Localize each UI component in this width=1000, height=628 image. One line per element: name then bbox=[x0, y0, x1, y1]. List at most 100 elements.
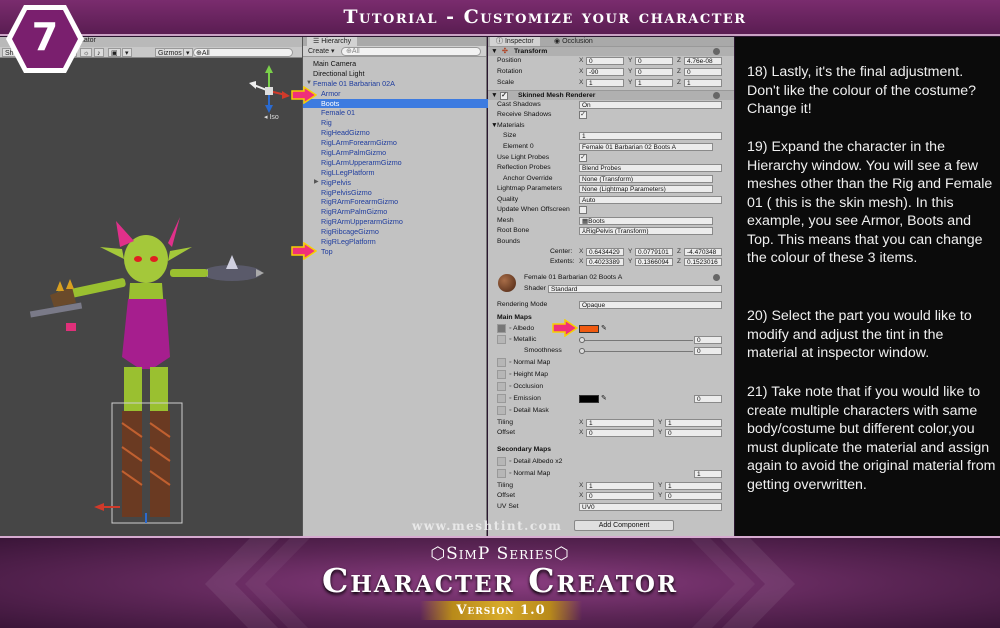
gear-icon[interactable] bbox=[713, 92, 720, 99]
scene-search-input[interactable]: ⊕All bbox=[193, 48, 293, 57]
anchor-override-field[interactable]: None (Transform) bbox=[579, 175, 713, 183]
materials-size-field[interactable]: 1 bbox=[579, 132, 722, 140]
hierarchy-item-rig-larm-upperarm-gizmo[interactable]: RigLArmUpperarmGizmo bbox=[303, 158, 488, 168]
gizmos-dropdown[interactable]: Gizmos bbox=[155, 48, 185, 57]
emission-field[interactable]: 0 bbox=[694, 395, 722, 403]
detail-mask-slot[interactable] bbox=[497, 406, 506, 415]
hierarchy-item-main-camera[interactable]: Main Camera bbox=[303, 59, 488, 69]
metallic-slider-track[interactable] bbox=[581, 340, 693, 341]
smoothness-slider-knob[interactable] bbox=[579, 348, 585, 354]
albedo-color-swatch[interactable] bbox=[579, 325, 599, 333]
bounds-center-y[interactable]: 0.0779101 bbox=[635, 248, 673, 256]
hierarchy-item-rig-lleg-platform[interactable]: RigLLegPlatform bbox=[303, 168, 488, 178]
effects-dropdown[interactable]: ▾ bbox=[122, 48, 132, 57]
hierarchy-item-directional-light[interactable]: Directional Light bbox=[303, 69, 488, 79]
secondary-normal-scale-field[interactable]: 1 bbox=[694, 470, 722, 478]
hierarchy-search-input[interactable]: ⊕All bbox=[341, 47, 481, 56]
mesh-field[interactable]: ▦Boots bbox=[579, 217, 713, 225]
materials-row[interactable]: ▼ Materials bbox=[488, 121, 734, 131]
height-map-slot[interactable] bbox=[497, 370, 506, 379]
detail-albedo-slot[interactable] bbox=[497, 457, 506, 466]
tab-hierarchy[interactable]: ☰ Hierarchy bbox=[307, 37, 358, 46]
rendering-mode-dropdown[interactable]: Opaque bbox=[579, 301, 722, 309]
offset-x-field[interactable]: 0 bbox=[586, 429, 654, 437]
rotation-y-field[interactable]: 0 bbox=[635, 68, 673, 76]
position-y-field[interactable]: 0 bbox=[635, 57, 673, 65]
tab-occlusion[interactable]: ◉ Occlusion bbox=[548, 37, 599, 46]
hierarchy-item-rig[interactable]: Rig bbox=[303, 118, 488, 128]
hierarchy-item-rig-ribcage-gizmo[interactable]: RigRibcageGizmo bbox=[303, 227, 488, 237]
collapsed-arrow-icon[interactable]: ▶ bbox=[314, 178, 319, 188]
hierarchy-item-rig-rarm-forearm-gizmo[interactable]: RigRArmForearmGizmo bbox=[303, 197, 488, 207]
hierarchy-item-female-barbarian[interactable]: ▼ Female 01 Barbarian 02A bbox=[303, 79, 488, 89]
effects-toggle[interactable]: ▣ bbox=[108, 48, 121, 57]
material-element-field[interactable]: Female 01 Barbarian 02 Boots A bbox=[579, 143, 713, 151]
reflection-probes-dropdown[interactable]: Blend Probes bbox=[579, 164, 722, 172]
shader-dropdown[interactable]: Standard bbox=[548, 285, 722, 293]
bounds-extents-x[interactable]: 0.4023389 bbox=[586, 258, 624, 266]
secondary-offset-y-field[interactable]: 0 bbox=[665, 492, 722, 500]
occlusion-slot[interactable] bbox=[497, 382, 506, 391]
bounds-center-x[interactable]: 0.6434429 bbox=[586, 248, 624, 256]
quality-dropdown[interactable]: Auto bbox=[579, 196, 722, 204]
rotation-x-field[interactable]: -90 bbox=[586, 68, 624, 76]
scale-y-field[interactable]: 1 bbox=[635, 79, 673, 87]
secondary-tiling-y-field[interactable]: 1 bbox=[665, 482, 722, 490]
character-model[interactable] bbox=[20, 207, 300, 536]
add-component-button[interactable]: Add Component bbox=[574, 520, 674, 531]
hierarchy-item-top[interactable]: Top bbox=[303, 247, 488, 257]
emission-color-swatch[interactable] bbox=[579, 395, 599, 403]
hierarchy-item-rig-rarm-palm-gizmo[interactable]: RigRArmPalmGizmo bbox=[303, 207, 488, 217]
metallic-texture-slot[interactable] bbox=[497, 335, 506, 344]
hierarchy-item-rig-head-gizmo[interactable]: RigHeadGizmo bbox=[303, 128, 488, 138]
bounds-extents-z[interactable]: 0.1523016 bbox=[684, 258, 722, 266]
offset-y-field[interactable]: 0 bbox=[665, 429, 722, 437]
uv-set-dropdown[interactable]: UV0 bbox=[579, 503, 722, 511]
scale-z-field[interactable]: 1 bbox=[684, 79, 722, 87]
update-offscreen-checkbox[interactable] bbox=[579, 206, 587, 214]
metallic-field[interactable]: 0 bbox=[694, 336, 722, 344]
tab-inspector[interactable]: ⓘ Inspector bbox=[490, 37, 540, 46]
tiling-x-field[interactable]: 1 bbox=[586, 419, 654, 427]
receive-shadows-checkbox[interactable]: ✓ bbox=[579, 111, 587, 119]
albedo-texture-slot[interactable] bbox=[497, 324, 506, 333]
hierarchy-item-rig-larm-palm-gizmo[interactable]: RigLArmPalmGizmo bbox=[303, 148, 488, 158]
secondary-normal-map-slot[interactable] bbox=[497, 469, 506, 478]
hierarchy-item-rig-pelvis-gizmo[interactable]: RigPelvisGizmo bbox=[303, 188, 488, 198]
hierarchy-item-rig-larm-forearm-gizmo[interactable]: RigLArmForearmGizmo bbox=[303, 138, 488, 148]
position-x-field[interactable]: 0 bbox=[586, 57, 624, 65]
tiling-y-field[interactable]: 1 bbox=[665, 419, 722, 427]
secondary-offset-x-field[interactable]: 0 bbox=[586, 492, 654, 500]
smoothness-field[interactable]: 0 bbox=[694, 347, 722, 355]
secondary-tiling-x-field[interactable]: 1 bbox=[586, 482, 654, 490]
scene-view[interactable]: mator Sh 2D ☼ ♪ ▣ ▾ Gizmos ▾ ⊕All ◂ Iso bbox=[0, 37, 302, 536]
hierarchy-item-rig-rarm-upperarm-gizmo[interactable]: RigRArmUpperarmGizmo bbox=[303, 217, 488, 227]
scale-x-field[interactable]: 1 bbox=[586, 79, 624, 87]
light-probes-checkbox[interactable]: ✓ bbox=[579, 154, 587, 162]
hierarchy-item-female-01[interactable]: Female 01 bbox=[303, 108, 488, 118]
transform-header[interactable]: ▼ ✣ Transform bbox=[488, 46, 734, 56]
audio-toggle[interactable]: ♪ bbox=[94, 48, 104, 57]
normal-map-slot[interactable] bbox=[497, 358, 506, 367]
hierarchy-item-boots[interactable]: Boots bbox=[303, 98, 488, 109]
component-enabled-checkbox[interactable]: ✓ bbox=[500, 92, 508, 100]
position-z-field[interactable]: 4.76e-08 bbox=[684, 57, 722, 65]
create-dropdown[interactable]: Create ▾ bbox=[308, 47, 334, 56]
bounds-extents-y[interactable]: 0.1366094 bbox=[635, 258, 673, 266]
smoothness-slider-track[interactable] bbox=[581, 351, 693, 352]
eyedropper-icon[interactable]: ✎ bbox=[601, 324, 607, 334]
gear-icon[interactable] bbox=[713, 274, 720, 281]
hierarchy-item-rig-pelvis[interactable]: ▶ RigPelvis bbox=[303, 178, 488, 188]
eyedropper-icon[interactable]: ✎ bbox=[601, 394, 607, 404]
bounds-center-z[interactable]: -4.470348 bbox=[684, 248, 722, 256]
hierarchy-item-armor[interactable]: Armor bbox=[303, 89, 488, 99]
hierarchy-item-rig-rleg-platform[interactable]: RigRLegPlatform bbox=[303, 237, 488, 247]
cast-shadows-dropdown[interactable]: On bbox=[579, 101, 722, 109]
root-bone-field[interactable]: ⅄RigPelvis (Transform) bbox=[579, 227, 713, 235]
gear-icon[interactable] bbox=[713, 48, 720, 55]
gizmos-arrow[interactable]: ▾ bbox=[183, 48, 193, 57]
metallic-slider-knob[interactable] bbox=[579, 337, 585, 343]
skinned-mesh-renderer-header[interactable]: ▼ ✓ Skinned Mesh Renderer bbox=[488, 90, 734, 100]
rotation-z-field[interactable]: 0 bbox=[684, 68, 722, 76]
emission-slot[interactable] bbox=[497, 394, 506, 403]
